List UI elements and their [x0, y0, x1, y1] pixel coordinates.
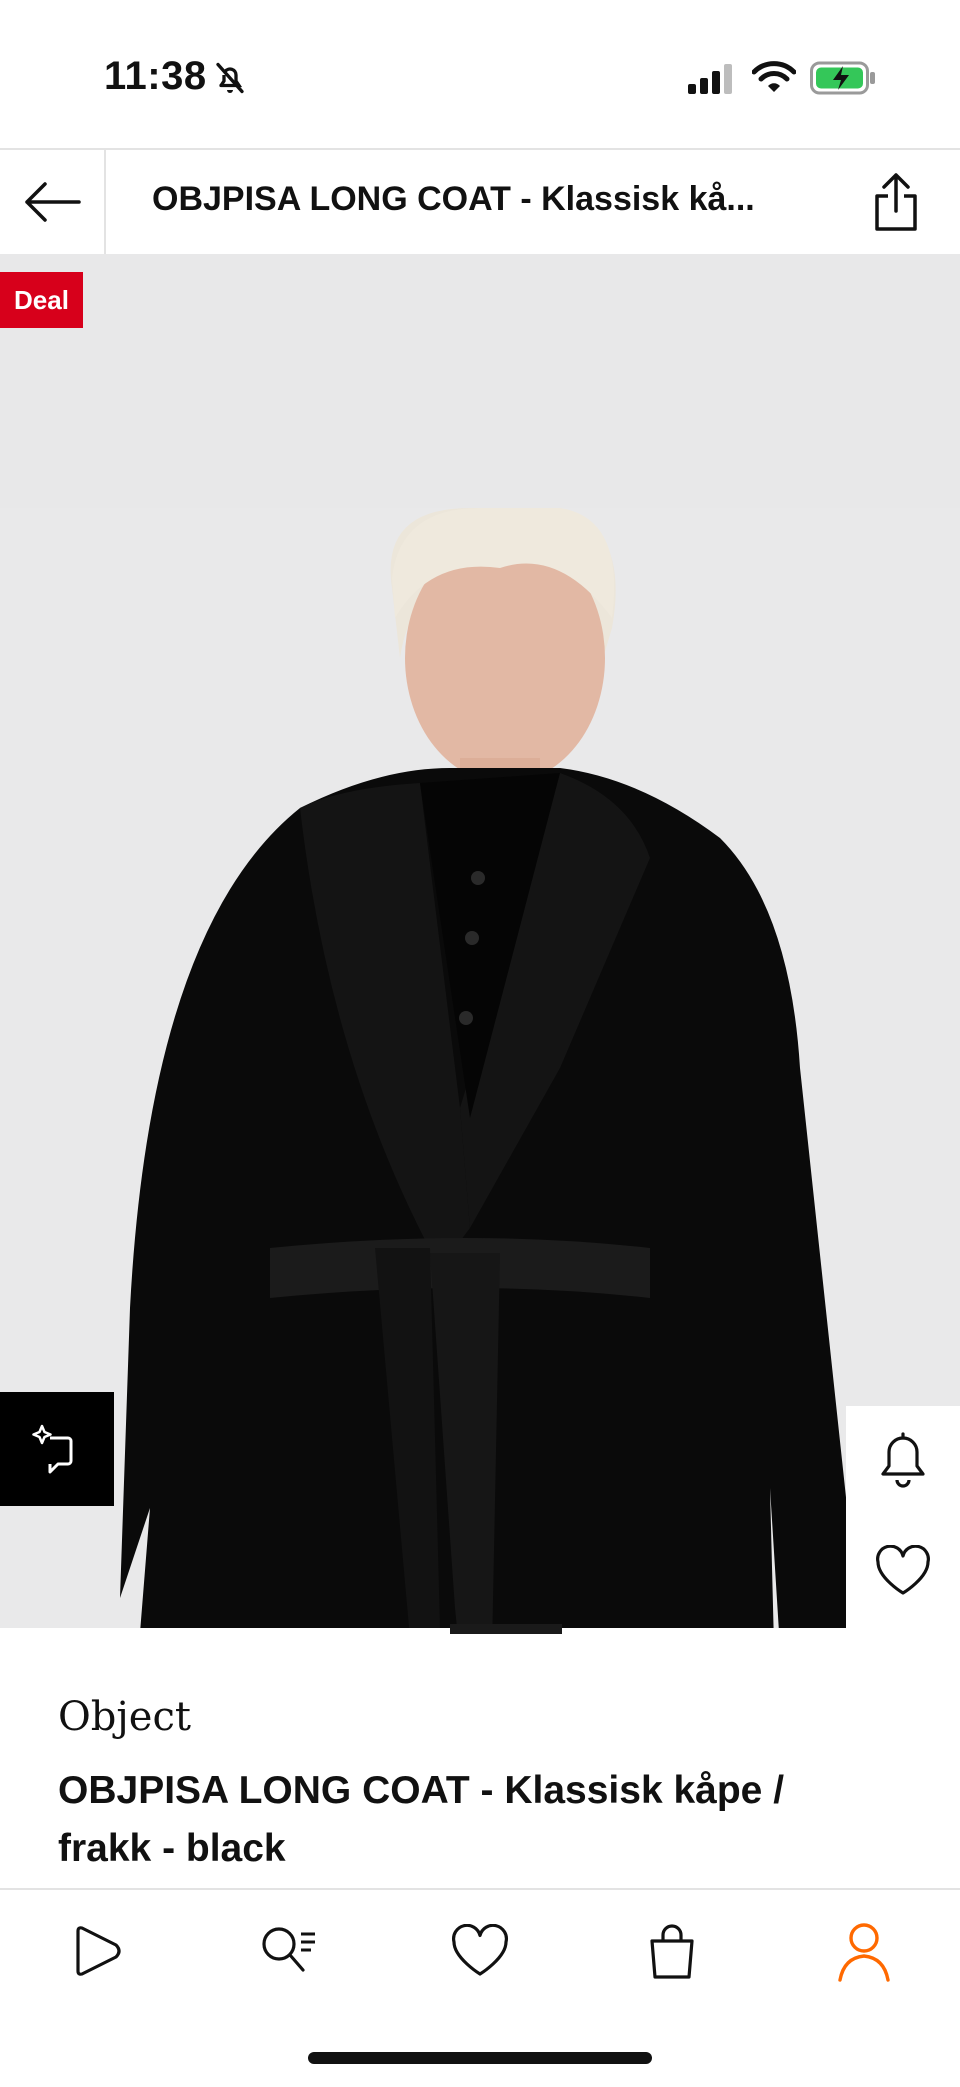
- bell-icon: [881, 1432, 925, 1488]
- notify-button[interactable]: [846, 1406, 960, 1516]
- cellular-signal-icon: [688, 64, 732, 94]
- tab-search[interactable]: [228, 1901, 348, 2001]
- heart-icon: [876, 1545, 930, 1595]
- back-button[interactable]: [0, 150, 106, 254]
- find-similar-button[interactable]: [0, 1392, 114, 1506]
- battery-charging-icon: [810, 61, 875, 95]
- search-list-icon: [262, 1927, 315, 1972]
- tab-bar: [0, 1888, 960, 2012]
- bell-slash-icon: [216, 62, 244, 94]
- wishlist-button[interactable]: [846, 1516, 960, 1626]
- brand-name[interactable]: Object: [58, 1694, 191, 1740]
- share-button[interactable]: [864, 170, 928, 234]
- shopping-bag-icon: [650, 1924, 694, 1979]
- arrow-left-icon: [25, 182, 81, 222]
- tab-profile[interactable]: [804, 1901, 924, 2001]
- page-title: OBJPISA LONG COAT - Klassisk kå...: [152, 180, 755, 218]
- wifi-icon: [752, 61, 796, 92]
- image-page-indicator: [450, 1624, 562, 1634]
- product-name: OBJPISA LONG COAT - Klassisk kåpe / frak…: [58, 1769, 785, 1870]
- product-image[interactable]: [0, 254, 960, 1628]
- person-icon: [838, 1923, 890, 1982]
- find-similar-icon: [32, 1424, 73, 1474]
- model-coat-illustration: [0, 508, 960, 1628]
- side-actions: [846, 1406, 960, 1628]
- product-header: OBJPISA LONG COAT - Klassisk kå...: [0, 148, 960, 256]
- home-indicator[interactable]: [308, 2052, 652, 2064]
- deal-badge: Deal: [0, 272, 83, 328]
- tab-bag[interactable]: [612, 1901, 732, 2001]
- status-bar: 11:38: [0, 0, 960, 148]
- status-time: 11:38: [104, 54, 207, 98]
- tab-wishlist[interactable]: [420, 1901, 540, 2001]
- play-icon: [76, 1926, 121, 1976]
- share-icon: [875, 173, 917, 231]
- tab-discover[interactable]: [36, 1901, 156, 2001]
- heart-icon: [452, 1924, 508, 1976]
